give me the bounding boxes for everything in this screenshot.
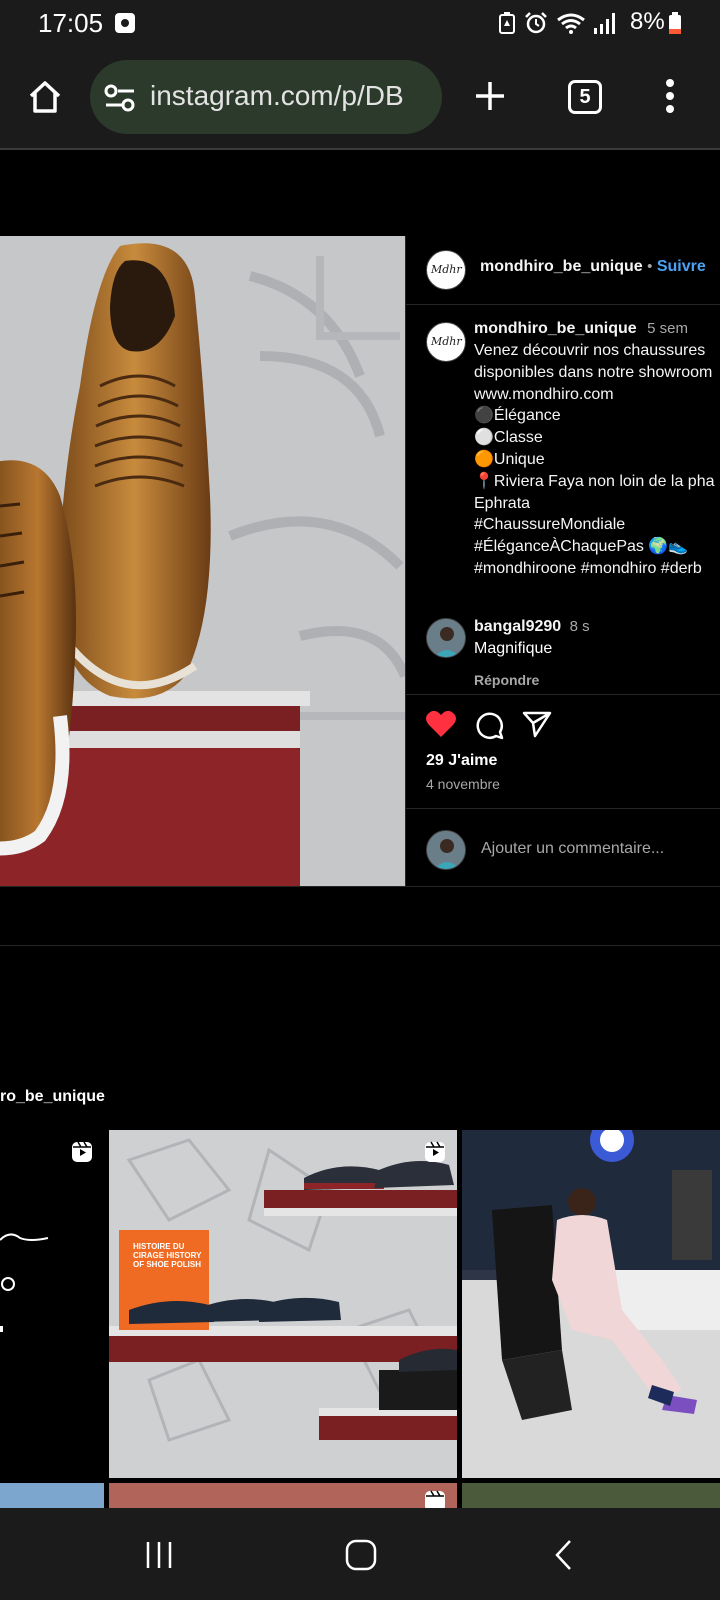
caption-line: disponibles dans notre showroom	[474, 363, 713, 381]
author-avatar[interactable]: Mdhr	[426, 250, 466, 290]
reel-icon	[72, 1141, 92, 1162]
caption-line: Venez découvrir nos chaussures	[474, 342, 706, 359]
caption-line: ⚪Classe	[474, 429, 543, 447]
reel-icon	[425, 1490, 445, 1508]
caption-author-username[interactable]: mondhiro_be_unique	[474, 320, 637, 337]
grid-post[interactable]	[0, 1483, 104, 1508]
caption-hashtag[interactable]: #ÉléganceÀChaquePas 🌍👟	[474, 536, 720, 558]
caption-author-avatar[interactable]: Mdhr	[426, 322, 466, 362]
grid-post[interactable]	[109, 1483, 457, 1508]
shoe-shelf-thumbnail	[109, 1130, 457, 1478]
comment-header: bangal9290 8 s	[474, 618, 590, 636]
heart-filled-icon[interactable]	[426, 710, 456, 738]
battery-saver-icon	[499, 12, 515, 34]
brand-logo-icon: Mdhr	[431, 335, 462, 348]
grid-post[interactable]	[0, 1130, 104, 1478]
alarm-icon	[525, 12, 547, 34]
current-user-avatar	[426, 830, 466, 870]
share-icon[interactable]	[522, 710, 552, 738]
wifi-icon	[557, 13, 585, 34]
likes-count[interactable]: 29 J'aime	[426, 752, 497, 770]
post-date: 4 novembre	[426, 776, 500, 792]
section-divider	[0, 945, 720, 946]
profile-handle[interactable]: ro_be_unique	[0, 1088, 105, 1106]
commenter-avatar[interactable]	[426, 618, 466, 658]
caption-text: Venez découvrir nos chaussures disponibl…	[474, 340, 720, 580]
office-photo-thumbnail	[462, 1130, 720, 1478]
comments-divider	[406, 694, 720, 695]
comment-icon[interactable]	[474, 710, 504, 740]
reel-thumbnail	[0, 1130, 104, 1478]
user-photo-icon	[427, 831, 465, 869]
reply-button[interactable]: Répondre	[474, 672, 539, 688]
back-icon[interactable]	[552, 1538, 576, 1572]
book-cover-text: HISTOIRE DU CIRAGE HISTORY OF SHOE POLIS…	[133, 1242, 202, 1269]
commenter-username[interactable]: bangal9290	[474, 618, 561, 635]
battery-icon	[669, 12, 681, 34]
home-nav-icon[interactable]	[344, 1538, 378, 1572]
separator-dot: •	[647, 258, 653, 275]
grid-post[interactable]	[462, 1483, 720, 1508]
comment-input[interactable]: Ajouter un commentaire...	[481, 840, 664, 858]
brand-logo-icon: Mdhr	[431, 263, 462, 276]
post-image[interactable]	[0, 236, 405, 886]
recent-apps-icon[interactable]	[144, 1540, 174, 1570]
signal-icon	[594, 13, 615, 34]
caption-link[interactable]: www.mondhiro.com	[474, 384, 720, 406]
caption-line: 📍Riviera Faya non loin de la pha	[474, 472, 715, 490]
caption-line: Ephrata	[474, 494, 531, 512]
url-text: instagram.com/p/DB	[150, 80, 404, 111]
screen-record-icon	[115, 13, 135, 33]
plus-icon[interactable]	[474, 80, 506, 112]
grid-post[interactable]	[462, 1130, 720, 1478]
follow-button[interactable]: Suivre	[657, 258, 706, 275]
battery-percent: 8%	[630, 8, 665, 35]
address-bar[interactable]: instagram.com/p/DB	[90, 60, 442, 134]
shoe-photo	[0, 236, 405, 886]
more-vert-icon[interactable]	[664, 78, 676, 114]
comment-text: Magnifique	[474, 640, 553, 657]
status-bar: 17:05 8%	[0, 0, 720, 46]
caption-hashtag[interactable]: #ChaussureMondiale	[474, 514, 720, 536]
grid-post[interactable]: HISTOIRE DU CIRAGE HISTORY OF SHOE POLIS…	[109, 1130, 457, 1478]
caption-hashtag[interactable]: #mondhiroone #mondhiro #derb	[474, 558, 720, 580]
actions-divider	[406, 808, 720, 809]
tune-icon[interactable]	[104, 84, 136, 112]
system-nav-bar	[0, 1508, 720, 1600]
caption-header: mondhiro_be_unique 5 sem	[474, 320, 688, 338]
header-divider	[406, 304, 720, 305]
comment-age: 8 s	[569, 618, 590, 635]
home-icon[interactable]	[26, 78, 64, 116]
post-header: mondhiro_be_unique • Suivre	[480, 258, 706, 276]
caption-line: ⚫Élégance	[474, 407, 561, 425]
tab-switcher-button[interactable]: 5	[568, 80, 602, 114]
post-side-panel: Mdhr mondhiro_be_unique • Suivre Mdhr mo…	[405, 236, 720, 886]
user-photo-icon	[427, 619, 465, 657]
status-time: 17:05	[38, 8, 104, 38]
caption-line: 🟠Unique	[474, 450, 545, 468]
reel-icon	[425, 1141, 445, 1162]
browser-toolbar: instagram.com/p/DB 5	[0, 46, 720, 150]
caption-age: 5 sem	[647, 320, 688, 337]
author-username[interactable]: mondhiro_be_unique	[480, 258, 643, 275]
post-bottom-divider	[0, 886, 720, 887]
